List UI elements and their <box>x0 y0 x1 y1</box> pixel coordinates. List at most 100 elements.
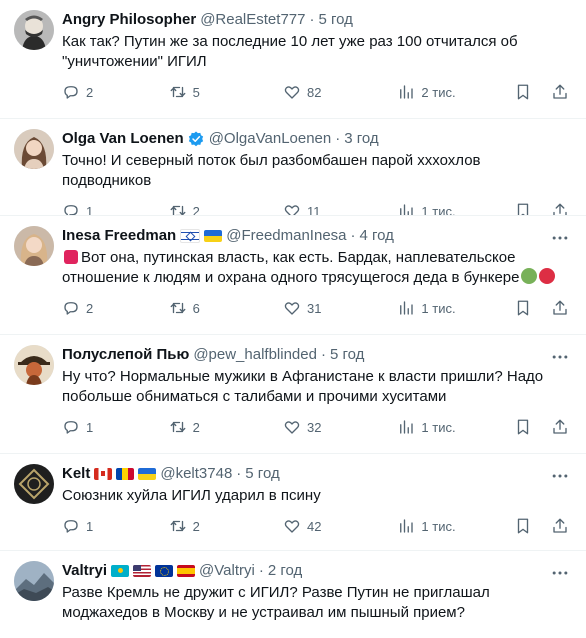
repost-icon <box>170 520 186 532</box>
timestamp[interactable]: 5 год <box>318 10 352 30</box>
reply-icon <box>64 520 78 533</box>
author-handle[interactable]: @kelt3748 <box>160 464 232 484</box>
share-icon <box>552 84 567 99</box>
tweet[interactable]: Inesa Freedman @FreedmanInesa · 4 год Во… <box>0 216 586 335</box>
avatar[interactable] <box>14 10 54 50</box>
reply-icon <box>64 421 78 434</box>
avatar[interactable] <box>14 129 54 169</box>
bookmark-icon <box>517 84 528 100</box>
angry-face-emoji-icon <box>539 268 556 284</box>
more-icon <box>552 355 568 359</box>
share-button[interactable] <box>551 299 570 317</box>
tweet[interactable]: Olga Van Loenen @OlgaVanLoenen · 3 год Т… <box>0 119 586 216</box>
timestamp[interactable]: 4 год <box>360 226 394 246</box>
views-button[interactable]: 1 тис. <box>397 517 513 535</box>
repost-button[interactable]: 2 <box>169 418 283 436</box>
repost-icon <box>170 86 186 98</box>
like-count: 42 <box>307 518 322 534</box>
repost-count: 2 <box>192 203 200 216</box>
author-handle[interactable]: @FreedmanInesa <box>226 226 346 246</box>
avatar[interactable] <box>14 226 54 266</box>
action-bar: 2 5 82 2 тис. <box>62 72 570 112</box>
tweet[interactable]: Angry Philosopher @RealEstet777 · 5 год … <box>0 0 586 119</box>
tweet[interactable]: Valtryi @Valtryi · 2 год Разве Кремль не… <box>0 551 586 638</box>
like-button[interactable]: 42 <box>283 517 397 535</box>
like-button[interactable]: 11 <box>283 202 397 216</box>
share-button[interactable] <box>551 517 570 535</box>
siren-emoji-icon <box>64 250 78 264</box>
like-count: 32 <box>307 419 322 435</box>
timestamp[interactable]: 3 год <box>344 129 378 149</box>
views-count: 1 тис. <box>421 203 456 216</box>
usa-flag-icon <box>133 565 152 577</box>
author-name[interactable]: Angry Philosopher <box>62 10 196 30</box>
bookmark-button[interactable] <box>514 299 551 317</box>
like-button[interactable]: 82 <box>283 83 397 101</box>
views-count: 1 тис. <box>421 518 456 534</box>
share-button[interactable] <box>551 418 570 436</box>
views-button[interactable]: 2 тис. <box>397 83 513 101</box>
views-button[interactable]: 1 тис. <box>397 299 513 317</box>
ukraine-flag-icon <box>138 468 157 480</box>
like-icon <box>284 520 300 533</box>
more-button[interactable] <box>550 347 570 367</box>
author-name[interactable]: Inesa Freedman <box>62 226 176 246</box>
more-button[interactable] <box>550 228 570 248</box>
bookmark-button[interactable] <box>514 418 551 436</box>
reply-button[interactable]: 1 <box>62 517 169 535</box>
sick-face-emoji-icon <box>521 268 538 284</box>
bookmark-icon <box>517 300 528 316</box>
reply-button[interactable]: 1 <box>62 202 169 215</box>
tweet-header: Kelt @kelt3748 · 5 год <box>62 464 570 484</box>
timestamp[interactable]: 5 год <box>245 464 279 484</box>
more-icon <box>552 571 568 575</box>
author-handle[interactable]: @pew_halfblinded <box>193 345 317 365</box>
views-button[interactable]: 1 тис. <box>397 418 513 436</box>
israel-flag-icon <box>180 229 201 243</box>
tweet[interactable]: Kelt @kelt3748 · 5 год Союзник хуйла ИГИ… <box>0 454 586 551</box>
author-name[interactable]: Kelt <box>62 464 90 484</box>
timestamp[interactable]: 5 год <box>330 345 364 365</box>
avatar[interactable] <box>14 561 54 601</box>
share-button[interactable] <box>551 83 570 101</box>
reply-count: 2 <box>86 84 94 100</box>
tweet-text: Как так? Путин же за последние 10 лет уж… <box>62 33 518 70</box>
repost-button[interactable]: 6 <box>169 299 283 317</box>
author-handle[interactable]: @RealEstet777 <box>200 10 305 30</box>
reply-button[interactable]: 1 <box>62 418 169 436</box>
separator-dot: · <box>236 465 242 482</box>
like-button[interactable]: 31 <box>283 299 397 317</box>
repost-button[interactable]: 2 <box>169 202 283 216</box>
share-button[interactable] <box>551 202 570 215</box>
reply-button[interactable]: 2 <box>62 299 169 317</box>
timestamp[interactable]: 2 год <box>268 561 302 581</box>
avatar[interactable] <box>14 464 54 504</box>
more-button[interactable] <box>550 563 570 583</box>
avatar[interactable] <box>14 345 54 385</box>
bookmark-button[interactable] <box>514 83 551 101</box>
repost-button[interactable]: 2 <box>169 517 283 535</box>
repost-icon <box>170 205 186 215</box>
more-button[interactable] <box>550 466 570 486</box>
reply-icon <box>64 302 78 315</box>
tweet-text: Ну что? Нормальные мужики в Афганистане … <box>62 368 544 405</box>
reply-button[interactable]: 2 <box>62 83 169 101</box>
tweet[interactable]: Полуслепой Пью @pew_halfblinded · 5 год … <box>0 335 586 454</box>
reply-icon <box>64 205 78 215</box>
canada-flag-icon <box>94 468 113 480</box>
author-handle[interactable]: @Valtryi <box>199 561 255 581</box>
like-button[interactable]: 32 <box>283 418 397 436</box>
author-name[interactable]: Valtryi <box>62 561 107 581</box>
views-button[interactable]: 1 тис. <box>397 202 513 216</box>
author-handle[interactable]: @OlgaVanLoenen <box>209 129 332 149</box>
repost-count: 2 <box>192 518 200 534</box>
reply-count: 1 <box>86 518 94 534</box>
bookmark-button[interactable] <box>514 517 551 535</box>
tweet-header: Inesa Freedman @FreedmanInesa · 4 год <box>62 226 570 246</box>
like-count: 11 <box>307 203 321 216</box>
repost-button[interactable]: 5 <box>169 83 283 101</box>
share-icon <box>552 203 567 215</box>
author-name[interactable]: Olga Van Loenen <box>62 129 184 149</box>
author-name[interactable]: Полуслепой Пью <box>62 345 189 365</box>
bookmark-button[interactable] <box>514 202 551 215</box>
